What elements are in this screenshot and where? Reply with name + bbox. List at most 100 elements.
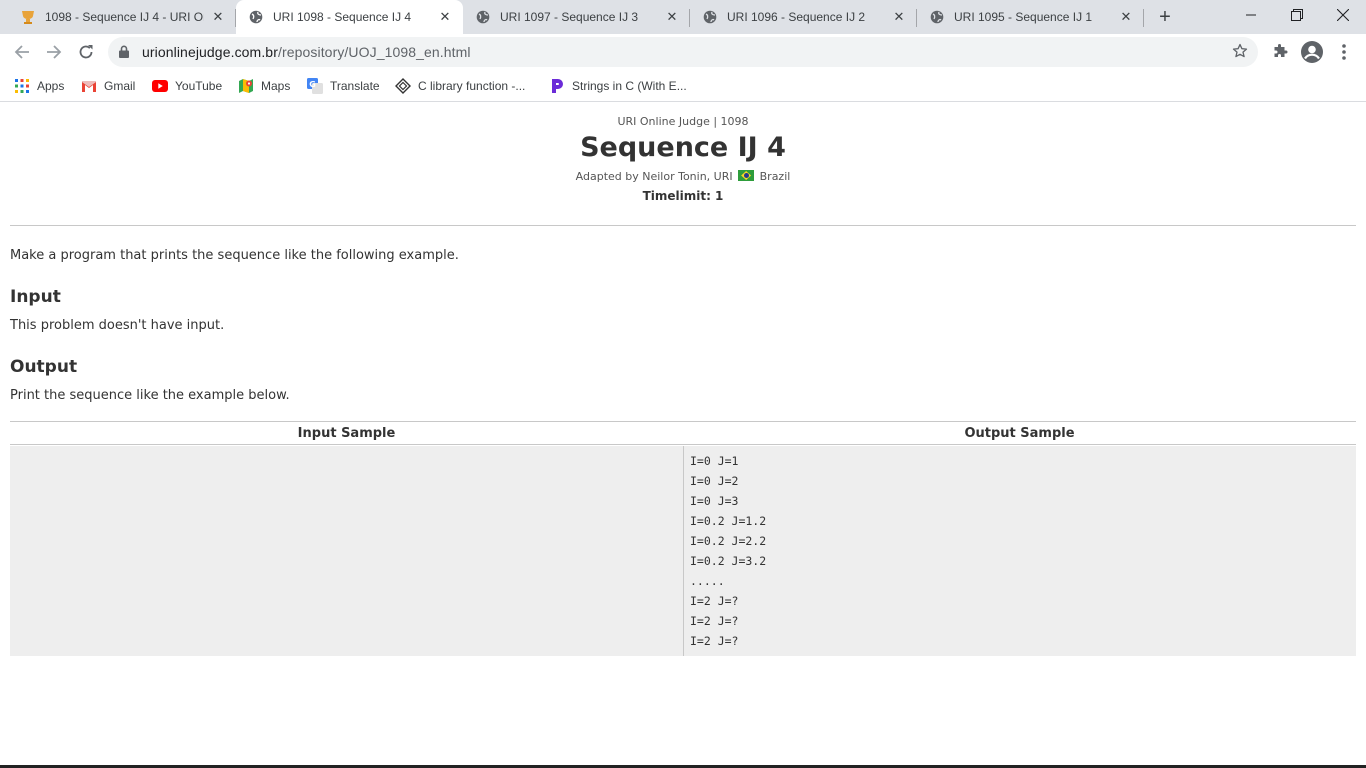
globe-icon	[702, 9, 718, 25]
restore-button[interactable]	[1274, 0, 1320, 30]
account-icon	[1301, 41, 1323, 63]
output-line: I=0 J=3	[690, 494, 739, 508]
close-icon[interactable]: ✕	[891, 9, 907, 25]
bookmark-gmail[interactable]: Gmail	[81, 75, 135, 97]
bookmark-label: Strings in C (With E...	[572, 79, 687, 93]
sample-table: Input Sample Output Sample I=0 J=1 I=0 J…	[10, 421, 1356, 656]
page-title: Sequence IJ 4	[580, 132, 786, 163]
tab-4[interactable]: URI 1096 - Sequence IJ 2 ✕	[690, 0, 917, 34]
svg-text:G: G	[309, 80, 316, 89]
globe-icon	[475, 9, 491, 25]
youtube-icon	[152, 78, 168, 94]
output-sample-header: Output Sample	[683, 422, 1356, 445]
tab-title: URI 1096 - Sequence IJ 2	[727, 10, 866, 24]
output-line: I=2 J=?	[690, 634, 739, 648]
tab-5[interactable]: URI 1095 - Sequence IJ 1 ✕	[917, 0, 1144, 34]
minimize-button[interactable]	[1228, 0, 1274, 30]
globe-icon	[248, 9, 264, 25]
tab-2-active[interactable]: URI 1098 - Sequence IJ 4 ✕	[236, 0, 463, 34]
gmail-icon	[81, 78, 97, 94]
output-line: I=0.2 J=3.2	[690, 554, 767, 568]
new-tab-button[interactable]: +	[1153, 5, 1177, 29]
back-button[interactable]	[8, 38, 36, 66]
output-heading: Output	[10, 357, 78, 377]
page-content: URI Online Judge | 1098 Sequence IJ 4 Ad…	[0, 103, 1366, 768]
output-line: I=0 J=2	[690, 474, 739, 488]
bookmark-label: Translate	[330, 79, 380, 93]
bookmark-apps[interactable]: Apps	[14, 75, 64, 97]
tab-title: URI 1095 - Sequence IJ 1	[954, 10, 1093, 24]
output-line: I=2 J=?	[690, 594, 739, 608]
url-path: /repository/UOJ_1098_en.html	[277, 44, 471, 60]
tab-3[interactable]: URI 1097 - Sequence IJ 3 ✕	[463, 0, 690, 34]
bookmark-label: C library function -...	[418, 79, 526, 93]
bookmark-star-icon[interactable]	[1232, 43, 1248, 64]
output-text: Print the sequence like the example belo…	[10, 388, 290, 403]
output-line: I=0 J=1	[690, 454, 739, 468]
output-line: I=0.2 J=2.2	[690, 534, 767, 548]
window-close-button[interactable]	[1320, 0, 1366, 30]
divider	[10, 225, 1356, 226]
bookmarks-bar: Apps Gmail YouTube Maps G Translate C li…	[0, 70, 1366, 102]
address-bar[interactable]: urionlinejudge.com.br/repository/UOJ_109…	[108, 37, 1258, 67]
browser-toolbar: urionlinejudge.com.br/repository/UOJ_109…	[0, 34, 1366, 70]
output-line: .....	[690, 574, 725, 588]
bookmark-label: YouTube	[175, 79, 223, 93]
author-text: Adapted by Neilor Tonin, URI	[575, 170, 733, 183]
bookmark-youtube[interactable]: YouTube	[152, 75, 222, 97]
author-line: Adapted by Neilor Tonin, URI Brazil	[0, 170, 1366, 183]
tab-title: URI 1097 - Sequence IJ 3	[500, 10, 639, 24]
input-text: This problem doesn't have input.	[10, 318, 225, 333]
problem-description: Make a program that prints the sequence …	[10, 248, 459, 263]
tab-title: 1098 - Sequence IJ 4 - URI Onli	[45, 10, 204, 24]
tab-1[interactable]: 1098 - Sequence IJ 4 - URI Onli ✕	[8, 0, 236, 34]
extensions-button[interactable]	[1266, 38, 1294, 66]
close-icon[interactable]: ✕	[1118, 9, 1134, 25]
bookmark-maps[interactable]: Maps	[238, 75, 290, 97]
arrow-left-icon	[14, 45, 29, 59]
author-country: Brazil	[759, 170, 791, 183]
input-sample-header: Input Sample	[10, 422, 683, 445]
output-line: I=2 J=?	[690, 614, 739, 628]
bookmark-label: Apps	[37, 79, 65, 93]
bookmark-c-library[interactable]: C library function -...	[395, 75, 525, 97]
output-line: I=0.2 J=1.2	[690, 514, 767, 528]
brazil-flag-icon	[738, 170, 755, 181]
lock-icon[interactable]	[119, 45, 129, 63]
more-vert-icon	[1342, 44, 1346, 60]
globe-icon	[929, 9, 945, 25]
maps-icon	[238, 78, 254, 94]
reload-button[interactable]	[72, 38, 100, 66]
bookmark-label: Maps	[261, 79, 291, 93]
close-icon[interactable]: ✕	[210, 9, 226, 25]
puzzle-icon	[1274, 44, 1288, 57]
apps-grid-icon	[14, 78, 30, 94]
restore-icon	[1291, 9, 1303, 21]
diamond-icon	[395, 78, 411, 94]
output-sample-cell: I=0 J=1 I=0 J=2 I=0 J=3 I=0.2 J=1.2 I=0.…	[683, 446, 1356, 656]
programiz-icon	[549, 78, 565, 94]
close-icon	[1337, 9, 1349, 21]
close-icon[interactable]: ✕	[437, 9, 453, 25]
close-icon[interactable]: ✕	[664, 9, 680, 25]
uri-trophy-icon	[20, 9, 36, 25]
bookmark-label: Gmail	[104, 79, 136, 93]
url-domain: urionlinejudge.com.br	[142, 44, 278, 60]
input-sample-cell	[10, 446, 683, 656]
translate-icon: G	[307, 78, 323, 94]
minimize-icon	[1246, 14, 1256, 16]
tab-separator	[1143, 9, 1144, 27]
arrow-right-icon	[47, 45, 62, 59]
bookmark-strings-in-c[interactable]: Strings in C (With E...	[549, 75, 687, 97]
tab-title: URI 1098 - Sequence IJ 4	[273, 10, 412, 24]
input-heading: Input	[10, 287, 61, 307]
site-breadcrumb: URI Online Judge | 1098	[617, 115, 749, 128]
bookmark-translate[interactable]: G Translate	[307, 75, 380, 97]
tab-strip: 1098 - Sequence IJ 4 - URI Onli ✕ URI 10…	[0, 0, 1366, 34]
menu-button[interactable]	[1330, 38, 1358, 66]
profile-button[interactable]	[1298, 38, 1326, 66]
url-text[interactable]: urionlinejudge.com.br/repository/UOJ_109…	[142, 44, 471, 60]
reload-icon	[79, 45, 93, 59]
timelimit: Timelimit: 1	[642, 189, 724, 203]
forward-button[interactable]	[40, 38, 68, 66]
